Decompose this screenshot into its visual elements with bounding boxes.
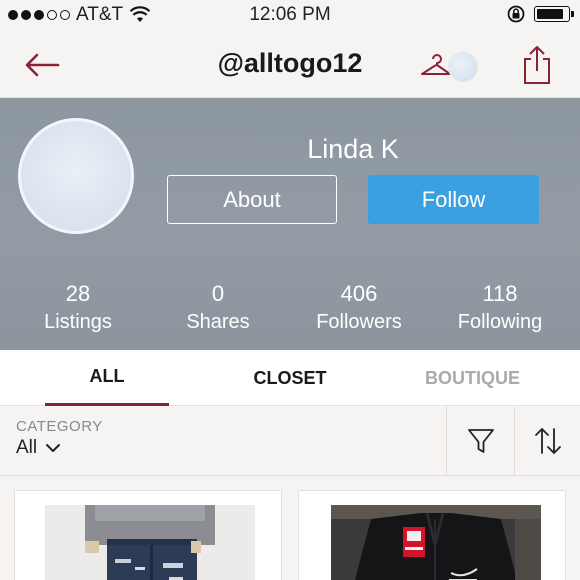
stat-following[interactable]: 118 Following	[430, 281, 570, 337]
nav-avatar[interactable]	[448, 52, 478, 82]
battery-icon	[534, 6, 574, 22]
category-value-row: All	[16, 437, 103, 459]
stat-value: 0	[211, 281, 225, 306]
filter-button[interactable]	[446, 406, 514, 476]
stat-followers[interactable]: 406 Followers	[289, 281, 429, 337]
about-button[interactable]: About	[167, 175, 337, 224]
tab-all[interactable]: ALL	[45, 350, 169, 406]
category-label: CATEGORY	[16, 418, 103, 435]
listing-image	[45, 505, 255, 580]
status-time: 12:06 PM	[249, 4, 331, 25]
chevron-down-icon	[46, 444, 61, 452]
stat-shares[interactable]: 0 Shares	[148, 281, 288, 337]
category-dropdown[interactable]: CATEGORY All	[16, 418, 103, 459]
profile-name: Linda K	[307, 134, 399, 164]
listing-card[interactable]	[14, 490, 282, 580]
stat-value: 406	[340, 281, 378, 306]
category-value: All	[16, 437, 38, 458]
tab-boutique[interactable]: BOUTIQUE	[400, 350, 545, 406]
battery-level	[537, 9, 563, 19]
follow-button[interactable]: Follow	[368, 175, 539, 224]
status-right	[506, 4, 574, 24]
funnel-icon	[467, 429, 494, 453]
profile-header: Linda K About Follow 28 Listings 0 Share…	[0, 98, 580, 350]
stat-label: Listings	[44, 311, 112, 333]
sort-arrows-icon	[534, 428, 561, 454]
listing-image	[331, 505, 541, 580]
tab-closet[interactable]: CLOSET	[220, 350, 360, 406]
stat-value: 28	[65, 281, 91, 306]
filter-bar: CATEGORY All	[0, 406, 580, 476]
sort-button[interactable]	[514, 406, 580, 476]
listing-card[interactable]	[298, 490, 566, 580]
profile-avatar[interactable]	[18, 118, 134, 234]
stat-label: Following	[457, 311, 543, 333]
listings-grid	[0, 476, 580, 580]
closet-tabs: ALL CLOSET BOUTIQUE	[0, 350, 580, 406]
profile-stats: 28 Listings 0 Shares 406 Followers 118 F…	[0, 281, 580, 337]
share-icon[interactable]	[520, 44, 554, 86]
status-bar: AT&T 12:06 PM	[0, 0, 580, 32]
page-title: @alltogo12	[217, 48, 363, 78]
stat-label: Shares	[186, 311, 250, 333]
stat-label: Followers	[316, 311, 402, 333]
nav-bar: @alltogo12	[0, 32, 580, 98]
stat-value: 118	[482, 281, 518, 306]
rotation-lock-icon	[507, 5, 525, 23]
stat-listings[interactable]: 28 Listings	[8, 281, 148, 337]
